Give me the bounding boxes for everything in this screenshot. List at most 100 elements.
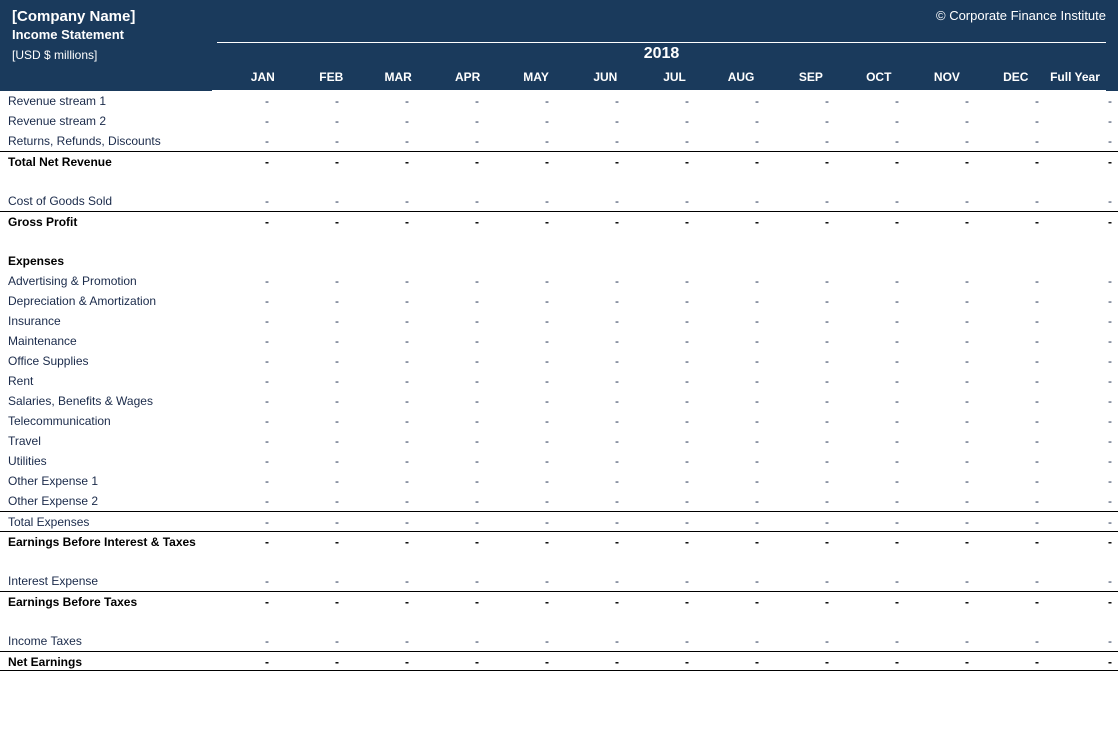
cell: - xyxy=(695,391,765,411)
row-label: Office Supplies xyxy=(0,351,205,371)
cell: - xyxy=(275,431,345,451)
month-apr: APR xyxy=(418,66,487,91)
cell: - xyxy=(485,91,555,111)
cell: - xyxy=(905,131,975,151)
cell: - xyxy=(275,331,345,351)
cell: - xyxy=(835,512,905,531)
cell: - xyxy=(905,191,975,211)
cell: - xyxy=(765,491,835,511)
cell: - xyxy=(975,431,1045,451)
cell: - xyxy=(1045,351,1118,371)
cell: - xyxy=(905,532,975,551)
cell: - xyxy=(205,512,275,531)
month-aug: AUG xyxy=(692,66,761,91)
cell: - xyxy=(1045,291,1118,311)
cell: - xyxy=(765,212,835,231)
row-int_exp: Interest Expense------------- xyxy=(0,571,1118,591)
cell: - xyxy=(625,491,695,511)
cell: - xyxy=(765,631,835,651)
cell: - xyxy=(205,351,275,371)
cell: - xyxy=(485,311,555,331)
cell: - xyxy=(345,532,415,551)
cell: - xyxy=(625,512,695,531)
cell: - xyxy=(625,451,695,471)
cell: - xyxy=(835,191,905,211)
cell: - xyxy=(695,652,765,670)
cell: - xyxy=(625,131,695,151)
row-label: Revenue stream 1 xyxy=(0,91,205,111)
cell: - xyxy=(555,512,625,531)
row-label: Interest Expense xyxy=(0,571,205,591)
row-label: Net Earnings xyxy=(0,652,205,670)
cell: - xyxy=(275,491,345,511)
cell: - xyxy=(485,152,555,171)
row-label: Cost of Goods Sold xyxy=(0,191,205,211)
cell: - xyxy=(485,652,555,670)
cell: - xyxy=(765,411,835,431)
cell: - xyxy=(415,431,485,451)
cell: - xyxy=(625,431,695,451)
cell: - xyxy=(555,291,625,311)
row-office: Office Supplies------------- xyxy=(0,351,1118,371)
cell: - xyxy=(555,571,625,591)
cell: - xyxy=(905,471,975,491)
cell: - xyxy=(415,571,485,591)
cell: - xyxy=(555,592,625,611)
cell: - xyxy=(625,191,695,211)
cell: - xyxy=(485,111,555,131)
cell: - xyxy=(975,331,1045,351)
cell: - xyxy=(1045,152,1118,171)
cell: - xyxy=(345,571,415,591)
cell: - xyxy=(415,411,485,431)
row-label: Salaries, Benefits & Wages xyxy=(0,391,205,411)
row-label: Insurance xyxy=(0,311,205,331)
cell: - xyxy=(205,411,275,431)
month-feb: FEB xyxy=(281,66,350,91)
cell: - xyxy=(695,571,765,591)
cell: - xyxy=(415,91,485,111)
cell: - xyxy=(415,152,485,171)
cell: - xyxy=(975,191,1045,211)
row-oth2: Other Expense 2------------- xyxy=(0,491,1118,511)
cell: - xyxy=(975,571,1045,591)
cell: - xyxy=(415,592,485,611)
cell: - xyxy=(905,351,975,371)
cell: - xyxy=(205,371,275,391)
cell: - xyxy=(695,152,765,171)
cell: - xyxy=(275,291,345,311)
cell: - xyxy=(975,471,1045,491)
cell: - xyxy=(485,212,555,231)
cell: - xyxy=(975,91,1045,111)
cell: - xyxy=(345,431,415,451)
row-label: Travel xyxy=(0,431,205,451)
row-ebit: Earnings Before Interest & Taxes--------… xyxy=(0,531,1118,551)
cell: - xyxy=(695,291,765,311)
cell: - xyxy=(345,351,415,371)
cell: - xyxy=(485,592,555,611)
cell: - xyxy=(345,631,415,651)
row-rev2: Revenue stream 2------------- xyxy=(0,111,1118,131)
cell: - xyxy=(415,371,485,391)
units-label: [USD $ millions] xyxy=(12,48,217,66)
cell: - xyxy=(345,91,415,111)
cell: - xyxy=(1045,331,1118,351)
cell: - xyxy=(275,111,345,131)
cell: - xyxy=(555,631,625,651)
cell: - xyxy=(1045,311,1118,331)
row-label: Depreciation & Amortization xyxy=(0,291,205,311)
cell: - xyxy=(555,191,625,211)
cell: - xyxy=(695,191,765,211)
cell: - xyxy=(695,91,765,111)
cell: - xyxy=(975,291,1045,311)
cell: - xyxy=(205,451,275,471)
row-dep: Depreciation & Amortization------------- xyxy=(0,291,1118,311)
cell: - xyxy=(695,331,765,351)
cell: - xyxy=(625,351,695,371)
cell: - xyxy=(205,212,275,231)
cell: - xyxy=(205,652,275,670)
cell: - xyxy=(1045,592,1118,611)
row-adv: Advertising & Promotion------------- xyxy=(0,271,1118,291)
cell: - xyxy=(555,471,625,491)
cell: - xyxy=(555,652,625,670)
cell: - xyxy=(835,91,905,111)
